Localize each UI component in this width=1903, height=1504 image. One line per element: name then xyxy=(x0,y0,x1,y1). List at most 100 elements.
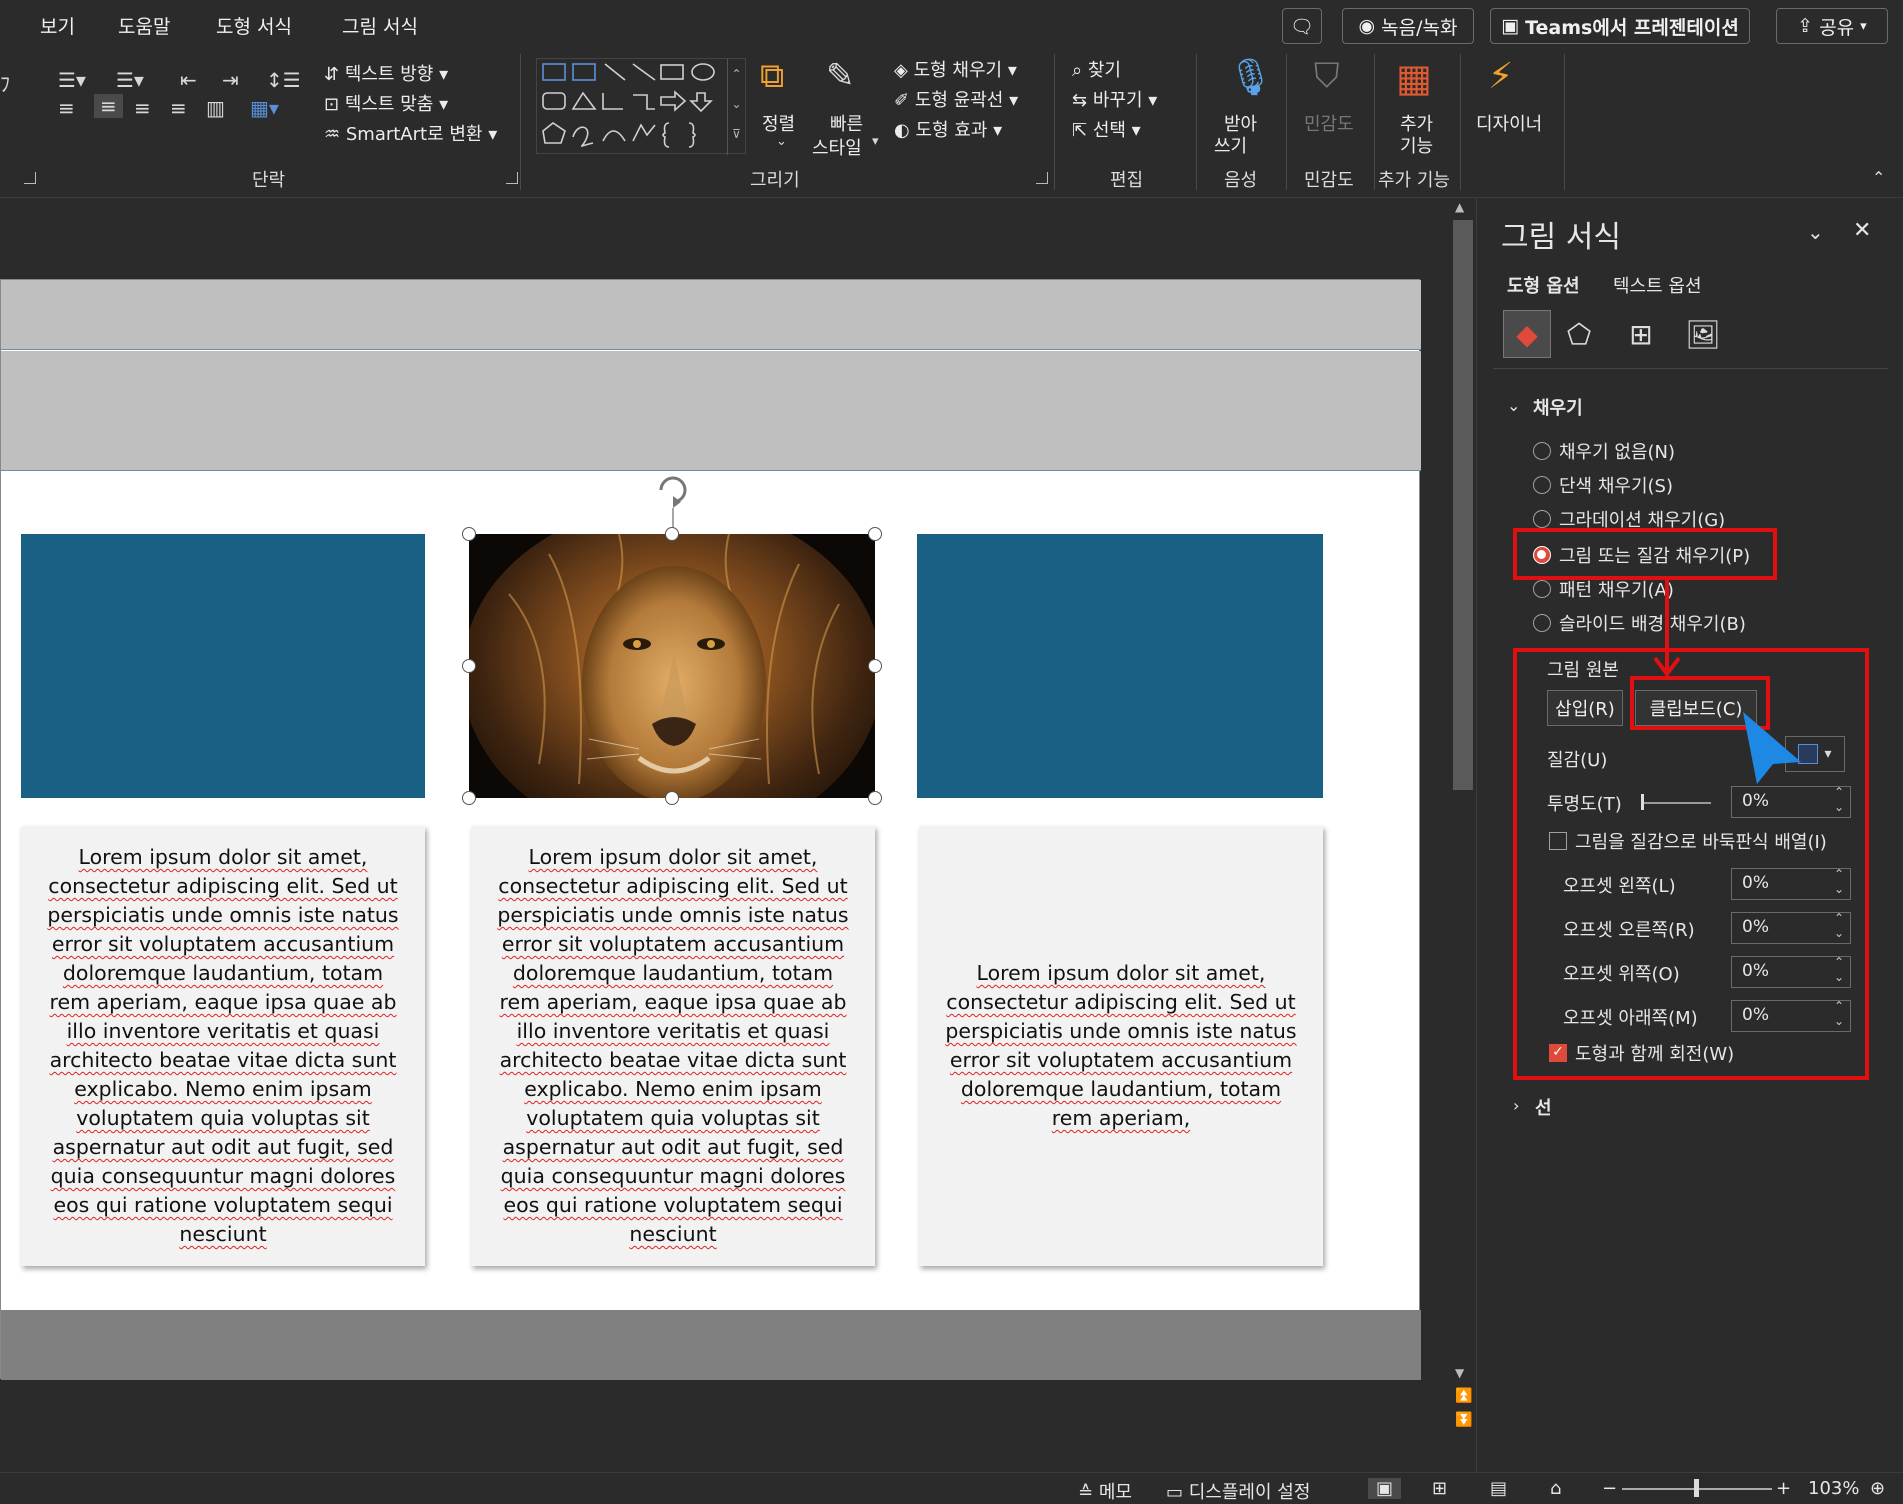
chevron-down-icon[interactable]: ⌄ xyxy=(1807,220,1824,244)
resize-handle-bottom-right[interactable] xyxy=(868,791,882,805)
next-slide-icon[interactable]: ⏬ xyxy=(1455,1412,1472,1428)
size-properties-icon[interactable]: ⊞ xyxy=(1621,314,1661,354)
fill-pattern-radio[interactable] xyxy=(1533,580,1551,598)
quick-styles-icon[interactable]: ✎ xyxy=(826,56,855,96)
scroll-up-icon[interactable]: ▲ xyxy=(1455,200,1464,214)
shape-effects-button[interactable]: ◐ 도형 효과 ▾ xyxy=(894,116,1002,142)
menu-help[interactable]: 도움말 xyxy=(118,12,170,39)
blue-shape-left[interactable] xyxy=(21,534,425,798)
shape-outline-button[interactable]: ✐ 도형 윤곽선 ▾ xyxy=(894,86,1018,112)
close-icon[interactable]: ✕ xyxy=(1853,218,1871,243)
scroll-thumb[interactable] xyxy=(1453,220,1473,790)
scroll-down-icon[interactable]: ▼ xyxy=(1455,1366,1464,1380)
zoom-level[interactable]: 103% xyxy=(1808,1478,1859,1499)
resize-handle-top[interactable] xyxy=(665,527,679,541)
zoom-in-icon[interactable]: + xyxy=(1776,1478,1791,1499)
editing-group-label: 편집 xyxy=(1110,170,1144,191)
quick-styles-label-2[interactable]: 스타일 xyxy=(812,134,862,160)
columns-icon[interactable]: ▦▾ xyxy=(250,96,279,120)
zoom-out-icon[interactable]: − xyxy=(1602,1478,1617,1499)
menu-shape-format[interactable]: 도형 서식 xyxy=(216,12,292,39)
text-card-center[interactable]: Lorem ipsum dolor sit amet, consectetur … xyxy=(471,826,875,1266)
previous-slide-icon[interactable]: ⏫ xyxy=(1455,1388,1472,1404)
align-left-icon[interactable]: ≡ xyxy=(58,96,75,120)
fill-section-header[interactable]: 채우기 xyxy=(1533,394,1583,420)
zoom-slider-thumb[interactable] xyxy=(1694,1479,1699,1497)
align-right-icon[interactable]: ≡ xyxy=(134,96,151,120)
justify-icon[interactable]: ≡ xyxy=(170,96,187,120)
display-settings-button[interactable]: ▭ 디스플레이 설정 xyxy=(1166,1478,1310,1504)
card-text: Lorem ipsum dolor sit amet, consectetur … xyxy=(47,845,399,1246)
vertical-scrollbar[interactable]: ▲ ▼ ⏫ ⏬ xyxy=(1450,198,1476,1472)
text-highlight-icon[interactable]: ﾌ xyxy=(0,68,10,97)
numbering-icon[interactable]: ☰▾ xyxy=(116,68,144,92)
notes-button[interactable]: ≙ 메모 xyxy=(1078,1478,1132,1504)
fill-none-radio[interactable] xyxy=(1533,442,1551,460)
arrange-button[interactable]: 정렬 xyxy=(762,110,795,136)
teams-present-button[interactable]: ▣ Teams에서 프레젠테이션 xyxy=(1490,8,1750,44)
slide[interactable]: Lorem ipsum dolor sit amet, consectetur … xyxy=(0,279,1421,1380)
quick-styles-label-1[interactable]: 빠른 xyxy=(830,110,863,136)
normal-view-icon[interactable]: ▣ xyxy=(1368,1478,1402,1499)
resize-handle-bottom-left[interactable] xyxy=(462,791,476,805)
fill-gradient-radio[interactable] xyxy=(1533,510,1551,528)
record-button[interactable]: ◉ 녹음/녹화 xyxy=(1342,8,1474,44)
replace-button[interactable]: ⇆ 바꾸기 ▾ xyxy=(1072,86,1157,112)
reading-view-icon[interactable]: ▤ xyxy=(1490,1478,1507,1499)
designer-button[interactable]: 디자이너 xyxy=(1476,110,1542,136)
smartart-button[interactable]: ♒ SmartArt로 변환 ▾ xyxy=(324,120,497,146)
share-icon: ⇪ xyxy=(1797,15,1814,37)
fill-line-icon[interactable]: ◆ xyxy=(1503,310,1551,358)
font-dialog-launcher[interactable] xyxy=(24,172,36,184)
menu-view[interactable]: 보기 xyxy=(40,12,75,39)
share-button[interactable]: ⇪ 공유 ▾ xyxy=(1776,8,1888,44)
add-ins-label-2[interactable]: 기능 xyxy=(1400,132,1433,158)
text-card-left[interactable]: Lorem ipsum dolor sit amet, consectetur … xyxy=(21,826,425,1266)
resize-handle-bottom[interactable] xyxy=(665,791,679,805)
text-card-right[interactable]: Lorem ipsum dolor sit amet, consectetur … xyxy=(919,826,1323,1266)
chevron-down-icon[interactable]: ⌄ xyxy=(1507,396,1520,415)
slideshow-icon[interactable]: ⌂ xyxy=(1550,1478,1561,1499)
gallery-scroll[interactable]: ⌃ ⌄ ⊽ xyxy=(727,59,745,155)
bullets-icon[interactable]: ☰▾ xyxy=(58,68,86,92)
shape-fill-button[interactable]: ◈ 도형 채우기 ▾ xyxy=(894,56,1017,82)
decrease-indent-icon[interactable]: ⇤ xyxy=(180,68,197,92)
collapse-ribbon-icon[interactable]: ⌃ xyxy=(1872,168,1885,187)
drawing-dialog-launcher[interactable] xyxy=(1036,172,1048,184)
align-center-icon[interactable]: ≡ xyxy=(94,94,123,118)
increase-indent-icon[interactable]: ⇥ xyxy=(222,68,239,92)
add-ins-icon[interactable]: ▦ xyxy=(1396,56,1432,100)
slide-sorter-icon[interactable]: ⊞ xyxy=(1432,1478,1447,1499)
menu-picture-format[interactable]: 그림 서식 xyxy=(342,12,418,39)
picture-icon[interactable]: 🖼 xyxy=(1683,314,1723,354)
comments-button[interactable]: 🗨 xyxy=(1282,8,1322,44)
fill-slide-bg-radio[interactable] xyxy=(1533,614,1551,632)
align-text-button[interactable]: ⊡ 텍스트 맞춤 ▾ xyxy=(324,90,448,116)
header-band xyxy=(1,280,1421,350)
shapes-gallery[interactable]: ⌃ ⌄ ⊽ xyxy=(536,58,746,155)
resize-handle-top-right[interactable] xyxy=(868,527,882,541)
arrange-icon[interactable]: ⧉ xyxy=(760,56,784,96)
chevron-right-icon[interactable]: › xyxy=(1513,1096,1519,1115)
fit-to-window-icon[interactable]: ⊕ xyxy=(1870,1478,1885,1499)
fill-solid-label[interactable]: 단색 채우기(S) xyxy=(1559,472,1673,498)
paragraph-dialog-launcher[interactable] xyxy=(506,172,518,184)
tab-text-options[interactable]: 텍스트 옵션 xyxy=(1613,272,1702,298)
dictate-label-2[interactable]: 쓰기 xyxy=(1214,132,1247,158)
distributed-icon[interactable]: ▥ xyxy=(206,96,225,120)
resize-handle-top-left[interactable] xyxy=(462,527,476,541)
tab-shape-options[interactable]: 도형 옵션 xyxy=(1507,272,1580,298)
microphone-icon[interactable]: 🎙 xyxy=(1228,56,1274,98)
line-spacing-icon[interactable]: ↕☰ xyxy=(266,68,301,92)
resize-handle-left[interactable] xyxy=(462,659,476,673)
fill-solid-radio[interactable] xyxy=(1533,476,1551,494)
select-button[interactable]: ⇱ 선택 ▾ xyxy=(1072,116,1141,142)
effects-pentagon-icon[interactable]: ⬠ xyxy=(1559,314,1599,354)
fill-none-label[interactable]: 채우기 없음(N) xyxy=(1559,438,1675,464)
blue-shape-right[interactable] xyxy=(917,534,1323,798)
designer-icon[interactable]: ⚡ xyxy=(1488,56,1513,97)
text-direction-button[interactable]: ⇵ 텍스트 방향 ▾ xyxy=(324,60,448,86)
find-button[interactable]: ⌕ 찾기 xyxy=(1072,56,1121,82)
line-section-header[interactable]: 선 xyxy=(1535,1094,1552,1120)
resize-handle-right[interactable] xyxy=(868,659,882,673)
